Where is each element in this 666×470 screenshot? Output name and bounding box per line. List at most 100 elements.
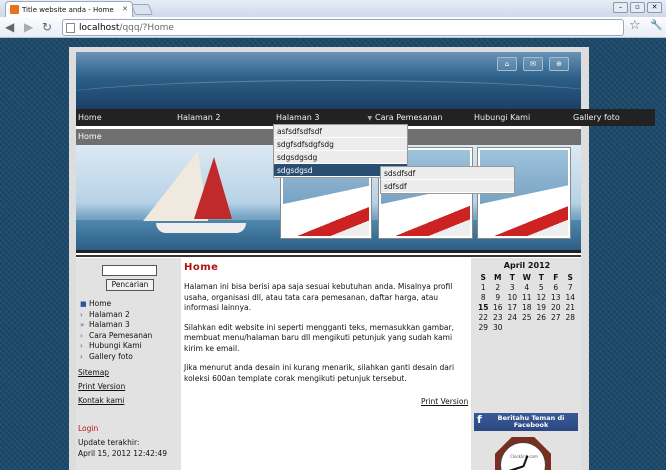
- wrench-icon[interactable]: 🔧: [650, 20, 662, 31]
- home-icon[interactable]: ⌂: [497, 57, 517, 71]
- calendar-day[interactable]: 13: [549, 293, 564, 303]
- content-paragraph: Jika menurut anda desain ini kurang mena…: [184, 363, 455, 383]
- submenu-item[interactable]: sdsdfsdf: [381, 167, 514, 180]
- calendar-day-header: T: [538, 273, 544, 282]
- sitemap-icon[interactable]: ⊕: [549, 57, 569, 71]
- calendar-day[interactable]: 18: [520, 303, 535, 313]
- print-version-link[interactable]: Print Version: [78, 382, 125, 391]
- sidebar-item[interactable]: › Hubungi Kami: [80, 341, 152, 352]
- calendar-day[interactable]: 1: [476, 283, 491, 293]
- calendar-day: [534, 323, 549, 333]
- dropdown-item[interactable]: sdgsdgsdg: [274, 151, 407, 164]
- calendar-day[interactable]: 3: [505, 283, 520, 293]
- forward-button[interactable]: ▶: [24, 20, 33, 34]
- facebook-label: Beritahu Teman di Facebook: [497, 414, 565, 429]
- calendar-day[interactable]: 22: [476, 313, 491, 323]
- url-path: /qqq/?Home: [119, 22, 174, 33]
- url-host: localhost: [79, 22, 120, 33]
- calendar-day[interactable]: 29: [476, 323, 491, 333]
- reload-button[interactable]: ↻: [42, 20, 52, 34]
- submenu-item[interactable]: sdfsdf: [381, 180, 514, 193]
- calendar-day[interactable]: 12: [534, 293, 549, 303]
- mail-icon[interactable]: ✉: [523, 57, 543, 71]
- sidebar-item[interactable]: » Halaman 3: [80, 320, 152, 331]
- calendar-day[interactable]: 16: [491, 303, 506, 313]
- contact-link[interactable]: Kontak kami: [78, 396, 124, 405]
- login-link[interactable]: Login: [78, 424, 98, 433]
- calendar-day[interactable]: 20: [549, 303, 564, 313]
- calendar-day[interactable]: 10: [505, 293, 520, 303]
- tab-title: Title website anda - Home: [22, 5, 114, 14]
- bookmark-star-icon[interactable]: ☆: [629, 18, 641, 33]
- calendar-day[interactable]: 19: [534, 303, 549, 313]
- calendar-title: April 2012: [503, 261, 551, 270]
- dropdown-item[interactable]: asfsdfsdfsdf: [274, 125, 407, 138]
- facebook-icon: f: [477, 413, 482, 426]
- calendar-day-header: M: [494, 273, 502, 282]
- search-input[interactable]: [102, 265, 157, 276]
- calendar-day-header: W: [522, 273, 531, 282]
- calendar-day[interactable]: 7: [563, 283, 578, 293]
- page-inner: ⌂ ✉ ⊕ Home Halaman 2 Halaman 3 ▼ Cara Pemes…: [76, 52, 655, 470]
- banner-sail-red: [194, 157, 232, 219]
- divider: [76, 250, 581, 253]
- calendar-day[interactable]: 27: [549, 313, 564, 323]
- search-button[interactable]: Pencarian: [106, 279, 154, 291]
- dropdown-item[interactable]: sdgfsdfsdgfsdg: [274, 138, 407, 151]
- calendar-day[interactable]: 30: [491, 323, 506, 333]
- calendar-day[interactable]: 2: [491, 283, 506, 293]
- browser-tab[interactable]: Title website anda - Home ✕: [5, 1, 133, 17]
- sidebar-item[interactable]: › Cara Pemesanan: [80, 331, 152, 342]
- sitemap-link[interactable]: Sitemap: [78, 368, 109, 377]
- tab-close-icon[interactable]: ✕: [122, 5, 128, 13]
- calendar-day[interactable]: 21: [563, 303, 578, 313]
- menu-item-gallery-foto[interactable]: Gallery foto: [573, 109, 620, 126]
- minimize-button[interactable]: –: [613, 2, 628, 13]
- bullet-icon: ›: [80, 310, 83, 319]
- address-bar[interactable]: localhost/qqq/?Home: [62, 19, 624, 36]
- calendar-day[interactable]: 8: [476, 293, 491, 303]
- back-button[interactable]: ◀: [5, 20, 14, 34]
- sidebar-item-label: Halaman 2: [89, 309, 130, 319]
- sidebar-item-label: Hubungi Kami: [89, 341, 142, 350]
- bullet-icon: ›: [80, 352, 83, 361]
- new-tab-button[interactable]: [130, 4, 154, 15]
- clock-minute-hand: [505, 466, 524, 470]
- maximize-button[interactable]: ▫: [630, 2, 645, 13]
- close-window-button[interactable]: ✕: [647, 2, 662, 13]
- sidebar-item[interactable]: › Halaman 2: [80, 310, 152, 321]
- divider: [76, 255, 581, 257]
- calendar-day[interactable]: 9: [491, 293, 506, 303]
- update-label: Update terakhir:: [78, 438, 140, 447]
- window-controls: – ▫ ✕: [613, 2, 662, 13]
- calendar-day[interactable]: 5: [534, 283, 549, 293]
- content-paragraph: Silahkan edit website ini seperti mengga…: [184, 322, 454, 353]
- calendar-day[interactable]: 6: [549, 283, 564, 293]
- calendar-day[interactable]: 15: [476, 303, 491, 313]
- sidebar-item[interactable]: › Gallery foto: [80, 352, 152, 363]
- calendar-day[interactable]: 17: [505, 303, 520, 313]
- calendar-day[interactable]: 23: [491, 313, 506, 323]
- bullet-icon: »: [80, 321, 85, 329]
- calendar-day[interactable]: 25: [520, 313, 535, 323]
- bullet-icon: ›: [80, 342, 83, 350]
- content-paragraph: Halaman ini bisa berisi apa saja sesuai …: [184, 282, 453, 312]
- print-version-link[interactable]: Print Version: [421, 397, 468, 406]
- calendar-day[interactable]: 11: [520, 293, 535, 303]
- menu-item-halaman-2[interactable]: Halaman 2: [177, 109, 220, 126]
- page-title: Home: [184, 262, 219, 273]
- menu-item-home[interactable]: Home: [78, 109, 102, 126]
- facebook-share-button[interactable]: f Beritahu Teman di Facebook: [474, 413, 578, 431]
- calendar-day[interactable]: 14: [563, 293, 578, 303]
- calendar-day[interactable]: 28: [563, 313, 578, 323]
- calendar-day: [505, 323, 520, 333]
- calendar-day-header: S: [567, 273, 573, 282]
- calendar-day[interactable]: 26: [534, 313, 549, 323]
- sidebar-item[interactable]: ■ Home: [80, 299, 152, 310]
- menu-item-hubungi-kami[interactable]: Hubungi Kami: [474, 109, 530, 126]
- page-frame: ⌂ ✉ ⊕ Home Halaman 2 Halaman 3 ▼ Cara Pemes…: [69, 47, 655, 470]
- sidebar-item-label: Gallery foto: [89, 351, 133, 361]
- calendar-day[interactable]: 24: [505, 313, 520, 323]
- calendar-day[interactable]: 4: [520, 283, 535, 293]
- browser-toolbar: ◀ ▶ ↻ localhost/qqq/?Home ☆ 🔧: [0, 17, 666, 38]
